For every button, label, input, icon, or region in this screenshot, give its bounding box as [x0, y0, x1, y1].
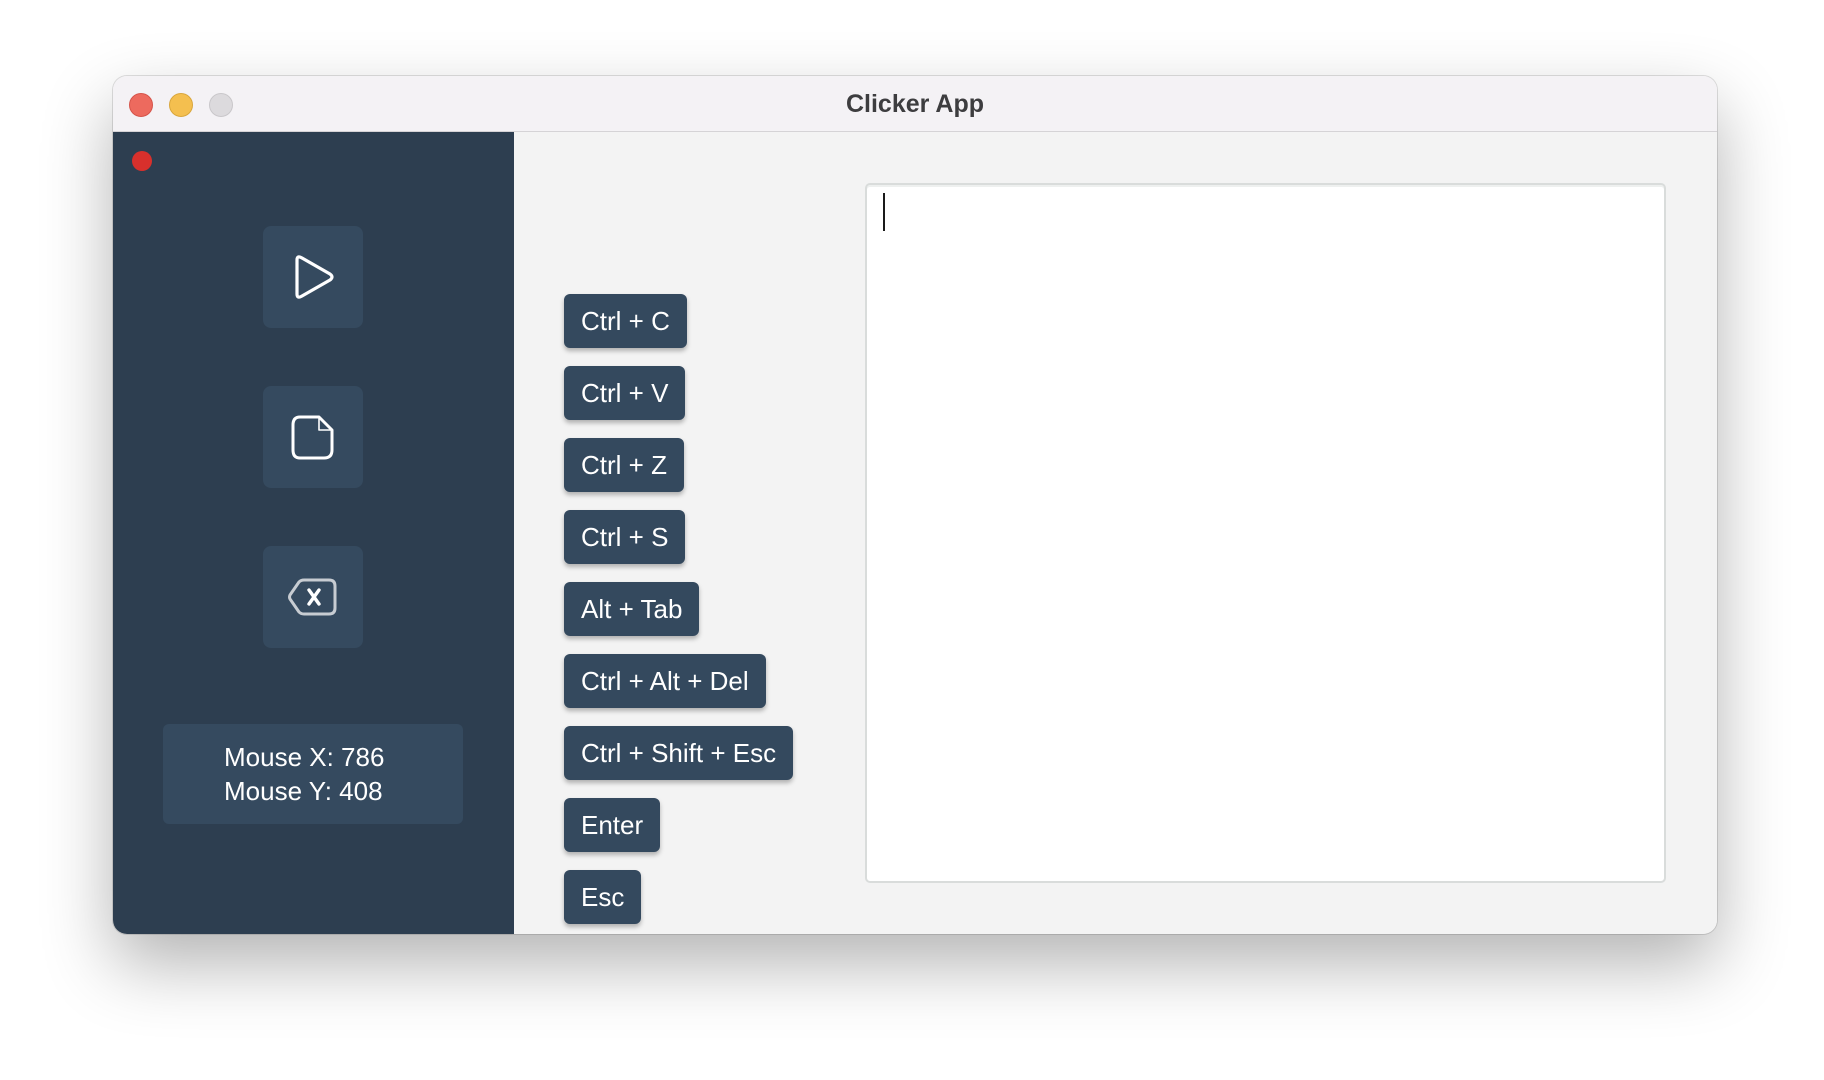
text-editor[interactable]: [865, 183, 1666, 883]
shortcut-alt-tab-button[interactable]: Alt + Tab: [564, 582, 700, 636]
title-bar: Clicker App: [113, 76, 1717, 132]
shortcut-esc-button[interactable]: Esc: [564, 870, 642, 924]
record-indicator: [132, 151, 152, 171]
mouse-x-label: Mouse X: 786: [224, 742, 385, 772]
play-button[interactable]: [263, 226, 363, 328]
shortcut-ctrl-v-button[interactable]: Ctrl + V: [564, 366, 686, 420]
backspace-icon: [287, 576, 339, 618]
app-window: Clicker App Mouse X: 786 Mouse Y: 408 Ct…: [113, 76, 1717, 934]
mouse-position-panel: Mouse X: 786 Mouse Y: 408: [163, 724, 463, 824]
window-title: Clicker App: [845, 90, 984, 118]
clear-button[interactable]: [263, 546, 363, 648]
shortcut-ctrl-shift-esc-button[interactable]: Ctrl + Shift + Esc: [564, 726, 794, 780]
shortcut-enter-button[interactable]: Enter: [564, 798, 661, 852]
shortcut-ctrl-c-button[interactable]: Ctrl + C: [564, 294, 687, 348]
main-content: Ctrl + C Ctrl + V Ctrl + Z Ctrl + S Alt …: [514, 132, 1717, 934]
mouse-y-label: Mouse Y: 408: [224, 776, 383, 806]
file-icon: [288, 412, 338, 462]
shortcut-ctrl-s-button[interactable]: Ctrl + S: [564, 510, 686, 564]
shortcut-ctrl-alt-del-button[interactable]: Ctrl + Alt + Del: [564, 654, 766, 708]
file-button[interactable]: [263, 386, 363, 488]
text-cursor: [883, 193, 885, 231]
shortcut-ctrl-z-button[interactable]: Ctrl + Z: [564, 438, 684, 492]
sidebar: Mouse X: 786 Mouse Y: 408: [113, 132, 514, 934]
play-icon: [288, 252, 338, 302]
